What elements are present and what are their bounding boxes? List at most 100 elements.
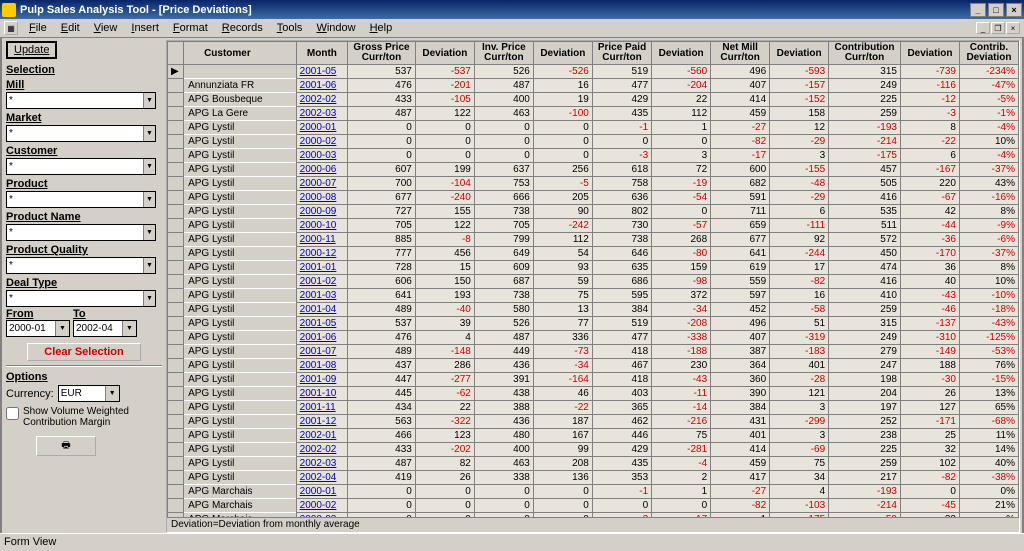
- row-selector[interactable]: [168, 443, 184, 457]
- product-quality-combo[interactable]: ▼: [6, 257, 156, 274]
- column-header[interactable]: Price PaidCurr/ton: [592, 42, 651, 65]
- table-row[interactable]: APG Lystil2001-04489-4058013384-34452-58…: [168, 303, 1019, 317]
- row-selector[interactable]: [168, 177, 184, 191]
- mdi-minimize[interactable]: _: [976, 22, 990, 34]
- volume-weighted-checkbox-row[interactable]: Show Volume Weighted Contribution Margin: [6, 406, 162, 428]
- table-row[interactable]: APG Lystil2001-07489-148449-73418-188387…: [168, 345, 1019, 359]
- product-combo[interactable]: ▼: [6, 191, 156, 208]
- month-cell[interactable]: 2001-07: [296, 345, 347, 359]
- month-cell[interactable]: 2000-12: [296, 247, 347, 261]
- table-row[interactable]: APG Lystil2001-064764487336477-338407-31…: [168, 331, 1019, 345]
- menu-view[interactable]: View: [87, 20, 125, 36]
- table-row[interactable]: APG Lystil2000-030000-33-173-1756-4%: [168, 149, 1019, 163]
- chevron-down-icon[interactable]: ▼: [122, 321, 136, 336]
- table-row[interactable]: APG Lystil2002-02433-20240099429-281414-…: [168, 443, 1019, 457]
- minimize-button[interactable]: _: [970, 3, 986, 17]
- column-header[interactable]: Deviation: [770, 42, 829, 65]
- deal-type-combo[interactable]: ▼: [6, 290, 156, 307]
- month-cell[interactable]: 2001-11: [296, 401, 347, 415]
- month-cell[interactable]: 2002-03: [296, 457, 347, 471]
- mdi-close[interactable]: ×: [1006, 22, 1020, 34]
- row-selector[interactable]: [168, 275, 184, 289]
- row-selector[interactable]: [168, 415, 184, 429]
- column-header[interactable]: ContributionCurr/ton: [829, 42, 901, 65]
- row-selector[interactable]: [168, 359, 184, 373]
- table-row[interactable]: APG Lystil2001-0364119373875595372597164…: [168, 289, 1019, 303]
- month-cell[interactable]: 2000-08: [296, 191, 347, 205]
- from-combo[interactable]: ▼: [6, 320, 70, 337]
- menu-insert[interactable]: Insert: [124, 20, 166, 36]
- table-row[interactable]: APG Lystil2001-08437286436-3446723036440…: [168, 359, 1019, 373]
- month-cell[interactable]: 2001-08: [296, 359, 347, 373]
- column-header[interactable]: Customer: [184, 42, 297, 65]
- table-row[interactable]: APG Lystil2002-0441926338136353241734217…: [168, 471, 1019, 485]
- row-selector[interactable]: [168, 135, 184, 149]
- row-selector[interactable]: [168, 93, 184, 107]
- column-header[interactable]: Inv. PriceCurr/ton: [474, 42, 533, 65]
- product-input[interactable]: [7, 192, 143, 207]
- chevron-down-icon[interactable]: ▼: [143, 258, 155, 273]
- month-cell[interactable]: 2002-04: [296, 471, 347, 485]
- row-selector[interactable]: [168, 121, 184, 135]
- table-row[interactable]: APG Lystil2001-10445-6243846403-11390121…: [168, 387, 1019, 401]
- row-selector[interactable]: [168, 401, 184, 415]
- column-header[interactable]: Gross PriceCurr/ton: [348, 42, 416, 65]
- menu-window[interactable]: Window: [309, 20, 362, 36]
- table-row[interactable]: Annunziata FR2001-06476-20148716477-2044…: [168, 79, 1019, 93]
- volume-weighted-checkbox[interactable]: [6, 407, 19, 420]
- row-selector[interactable]: [168, 247, 184, 261]
- product-name-combo[interactable]: ▼: [6, 224, 156, 241]
- table-row[interactable]: APG Lystil2000-0972715573890802071165354…: [168, 205, 1019, 219]
- menu-format[interactable]: Format: [166, 20, 215, 36]
- menu-edit[interactable]: Edit: [54, 20, 87, 36]
- customer-input[interactable]: [7, 159, 143, 174]
- month-cell[interactable]: 2001-06: [296, 331, 347, 345]
- maximize-button[interactable]: □: [988, 3, 1004, 17]
- month-cell[interactable]: 2001-01: [296, 261, 347, 275]
- month-cell[interactable]: 2002-03: [296, 107, 347, 121]
- table-row[interactable]: APG Lystil2000-010000-11-2712-1938-4%: [168, 121, 1019, 135]
- month-cell[interactable]: 2000-06: [296, 163, 347, 177]
- column-header[interactable]: Month: [296, 42, 347, 65]
- month-cell[interactable]: 2000-03: [296, 513, 347, 518]
- table-row[interactable]: APG La Gere2002-03487122463-100435112459…: [168, 107, 1019, 121]
- update-button[interactable]: Update: [6, 41, 57, 59]
- month-cell[interactable]: 2000-11: [296, 233, 347, 247]
- month-cell[interactable]: 2000-02: [296, 135, 347, 149]
- print-button[interactable]: 🖶: [36, 436, 96, 456]
- table-row[interactable]: APG Lystil2000-11885-8799112738268677925…: [168, 233, 1019, 247]
- month-cell[interactable]: 2001-05: [296, 65, 347, 79]
- month-cell[interactable]: 2000-03: [296, 149, 347, 163]
- chevron-down-icon[interactable]: ▼: [105, 386, 119, 401]
- row-selector[interactable]: [168, 513, 184, 518]
- market-combo[interactable]: ▼: [6, 125, 156, 142]
- month-cell[interactable]: 2001-04: [296, 303, 347, 317]
- row-selector[interactable]: [168, 79, 184, 93]
- row-selector[interactable]: [168, 289, 184, 303]
- table-row[interactable]: APG Lystil2000-1277745664954646-80641-24…: [168, 247, 1019, 261]
- month-cell[interactable]: 2001-09: [296, 373, 347, 387]
- deal-type-input[interactable]: [7, 291, 143, 306]
- month-cell[interactable]: 2002-02: [296, 93, 347, 107]
- product-quality-input[interactable]: [7, 258, 143, 273]
- row-selector[interactable]: [168, 191, 184, 205]
- row-selector[interactable]: [168, 345, 184, 359]
- menu-tools[interactable]: Tools: [270, 20, 310, 36]
- table-row[interactable]: APG Marchais2000-02000000-82-103-214-452…: [168, 499, 1019, 513]
- table-row[interactable]: APG Marchais2000-030000-3-171-175-5933%: [168, 513, 1019, 518]
- column-header[interactable]: Contrib.Deviation: [959, 42, 1018, 65]
- chevron-down-icon[interactable]: ▼: [143, 126, 155, 141]
- row-selector[interactable]: [168, 205, 184, 219]
- row-selector[interactable]: [168, 485, 184, 499]
- row-selector[interactable]: [168, 471, 184, 485]
- chevron-down-icon[interactable]: ▼: [143, 93, 155, 108]
- chevron-down-icon[interactable]: ▼: [143, 159, 155, 174]
- row-selector[interactable]: [168, 499, 184, 513]
- column-header[interactable]: Deviation: [900, 42, 959, 65]
- row-selector[interactable]: [168, 331, 184, 345]
- customer-combo[interactable]: ▼: [6, 158, 156, 175]
- column-header[interactable]: Net MillCurr/ton: [711, 42, 770, 65]
- row-selector[interactable]: [168, 233, 184, 247]
- month-cell[interactable]: 2000-01: [296, 485, 347, 499]
- month-cell[interactable]: 2000-09: [296, 205, 347, 219]
